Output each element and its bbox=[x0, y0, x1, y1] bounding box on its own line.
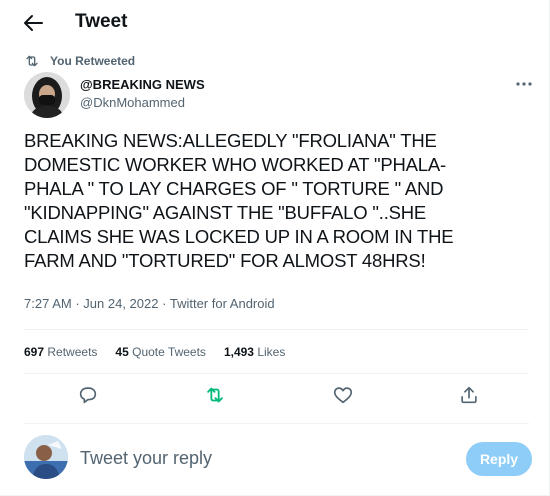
author-name[interactable]: @BREAKING NEWS bbox=[80, 77, 205, 92]
tweet-source[interactable]: Twitter for Android bbox=[170, 296, 275, 311]
tweet-text-line: "KIDNAPPING" AGAINST THE "BUFFALO "..SHE bbox=[24, 202, 427, 223]
page-title: Tweet bbox=[75, 11, 128, 32]
retweet-context[interactable]: You Retweeted bbox=[24, 53, 135, 69]
tweet-actions bbox=[0, 384, 549, 412]
likes-count: 1,493 bbox=[223, 345, 254, 359]
reply-button[interactable] bbox=[77, 384, 99, 406]
more-horizontal-icon bbox=[516, 82, 532, 86]
share-button[interactable] bbox=[458, 384, 480, 406]
likes-stat[interactable]: 1,493 Likes bbox=[224, 345, 285, 359]
author-avatar[interactable] bbox=[24, 72, 70, 118]
like-button[interactable] bbox=[332, 384, 354, 406]
retweet-icon bbox=[207, 387, 223, 403]
retweet-button[interactable] bbox=[204, 384, 226, 406]
arrow-left-icon bbox=[24, 15, 43, 31]
retweet-context-label: You Retweeted bbox=[50, 54, 136, 68]
author-handle[interactable]: @DknMohammed bbox=[80, 95, 185, 110]
tweet-text-line: CLAIMS SHE WAS LOCKED UP IN A ROOM IN TH… bbox=[24, 226, 454, 247]
tweet-stats: 697 Retweets 45 Quote Tweets 1,493 Likes bbox=[24, 345, 303, 359]
tweet-text-line: PHALA " TO LAY CHARGES OF " TORTURE " AN… bbox=[24, 178, 444, 199]
reply-input[interactable]: Tweet your reply bbox=[80, 448, 212, 469]
heart-icon bbox=[333, 387, 353, 404]
tweet-text-line: BREAKING NEWS:ALLEGEDLY "FROLIANA" THE bbox=[24, 130, 437, 151]
quote-tweets-stat[interactable]: 45 Quote Tweets bbox=[115, 345, 206, 359]
reply-submit-button[interactable]: Reply bbox=[466, 442, 532, 476]
more-options-button[interactable] bbox=[514, 74, 534, 94]
divider bbox=[24, 423, 529, 424]
tweet-meta: 7:27 AM · Jun 24, 2022 · Twitter for And… bbox=[24, 296, 275, 311]
share-icon bbox=[461, 386, 477, 404]
retweets-stat[interactable]: 697 Retweets bbox=[24, 345, 97, 359]
reply-icon bbox=[79, 387, 97, 404]
avatar-image bbox=[24, 435, 68, 479]
tweet-date[interactable]: Jun 24, 2022 bbox=[83, 296, 158, 311]
retweets-count: 697 bbox=[24, 345, 45, 359]
top-bar: Tweet bbox=[0, 0, 549, 44]
retweets-label: Retweets bbox=[47, 345, 98, 359]
divider bbox=[24, 373, 529, 374]
current-user-avatar[interactable] bbox=[24, 435, 68, 479]
tweet-text-line: FARM AND "TORTURED" FOR ALMOST 48HRS! bbox=[24, 250, 426, 271]
likes-label: Likes bbox=[257, 345, 286, 359]
quote-tweets-count: 45 bbox=[115, 345, 129, 359]
quote-tweets-label: Quote Tweets bbox=[132, 345, 206, 359]
tweet-page: Tweet You Retweeted @BREAKING NEWS @DknM… bbox=[0, 0, 550, 496]
back-button[interactable] bbox=[22, 12, 44, 34]
meta-separator: · bbox=[162, 296, 167, 311]
retweet-icon bbox=[26, 55, 38, 67]
tweet-text: BREAKING NEWS:ALLEGEDLY "FROLIANA" THE D… bbox=[24, 129, 524, 273]
meta-separator: · bbox=[75, 296, 80, 311]
divider bbox=[24, 329, 529, 330]
tweet-time[interactable]: 7:27 AM bbox=[24, 296, 72, 311]
tweet-text-line: DOMESTIC WORKER WHO WORKED AT "PHALA- bbox=[24, 154, 446, 175]
avatar-image bbox=[24, 72, 70, 118]
